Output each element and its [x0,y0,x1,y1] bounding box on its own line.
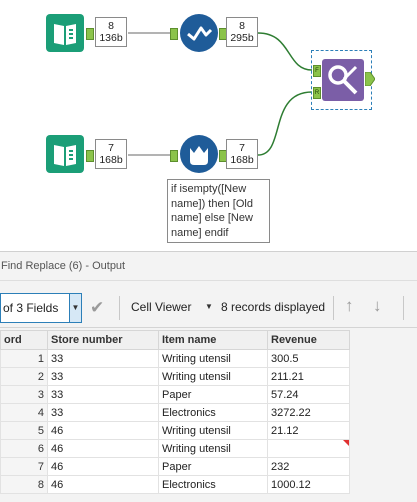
revenue-cell[interactable]: 3272.22 [267,403,350,422]
output-anchor-arrow[interactable] [365,72,375,86]
column-header-record[interactable]: ord [0,330,48,350]
tool-annotation: if isempty([New name]) then [Old name] e… [167,179,270,243]
find-input-anchor[interactable]: F [313,65,321,77]
input-anchor[interactable] [170,150,178,162]
record-count-badge: 8 136b [95,17,127,47]
results-table[interactable]: ord Store number Item name Revenue 1 33 Wr… [0,330,350,494]
input-data-tool[interactable] [46,14,84,55]
arrow-down-icon[interactable]: ↓ [373,296,382,316]
row-number-cell[interactable]: 8 [0,475,48,494]
table-row[interactable]: 3 33 Paper 57.24 [0,385,350,404]
revenue-cell[interactable] [267,439,350,458]
store-number-cell[interactable]: 46 [47,475,159,494]
revenue-cell[interactable]: 1000.12 [267,475,350,494]
item-name-cell[interactable]: Writing utensil [158,439,268,458]
row-number-cell[interactable]: 3 [0,385,48,404]
book-icon [46,135,84,173]
input-data-tool[interactable] [46,135,84,176]
table-header-row: ord Store number Item name Revenue [0,330,350,350]
chevron-down-icon: ▼ [69,294,81,322]
cell-viewer-button[interactable]: Cell Viewer [131,300,191,314]
record-count-badge: 8 295b [226,17,258,47]
null-value-marker [343,440,349,446]
row-number-cell[interactable]: 5 [0,421,48,440]
table-row[interactable]: 1 33 Writing utensil 300.5 [0,349,350,368]
table-row[interactable]: 5 46 Writing utensil 21.12 [0,421,350,440]
item-name-cell[interactable]: Electronics [158,403,268,422]
book-icon [46,14,84,52]
checkmark-icon[interactable]: ✔ [90,298,104,318]
toolbar-divider [119,296,120,320]
store-number-cell[interactable]: 33 [47,349,159,368]
select-records-tool[interactable] [179,13,219,56]
find-replace-tool[interactable] [322,59,364,104]
store-number-cell[interactable]: 33 [47,385,159,404]
output-anchor[interactable] [86,28,94,40]
replace-input-anchor[interactable]: R [313,87,321,99]
store-number-cell[interactable]: 46 [47,421,159,440]
item-name-cell[interactable]: Writing utensil [158,367,268,386]
row-number-cell[interactable]: 4 [0,403,48,422]
input-anchor[interactable] [170,28,178,40]
store-number-cell[interactable]: 46 [47,439,159,458]
item-name-cell[interactable]: Paper [158,385,268,404]
arrow-up-icon[interactable]: ↑ [345,296,354,316]
revenue-cell[interactable]: 232 [267,457,350,476]
item-name-cell[interactable]: Electronics [158,475,268,494]
record-count-badge: 7 168b [226,139,258,169]
column-header-revenue[interactable]: Revenue [267,330,350,350]
table-row[interactable]: 8 46 Electronics 1000.12 [0,475,350,494]
check-wave-icon [180,14,218,52]
magnify-replace-icon [322,59,364,101]
item-name-cell[interactable]: Paper [158,457,268,476]
column-header-item-name[interactable]: Item name [158,330,268,350]
record-count-badge: 7 168b [95,139,127,169]
flask-icon [180,135,218,173]
item-name-cell[interactable]: Writing utensil [158,349,268,368]
revenue-cell[interactable]: 211.21 [267,367,350,386]
workflow-canvas[interactable]: 8 136b 8 295b 7 168b 7 168b if isempty([… [0,0,417,251]
row-number-cell[interactable]: 7 [0,457,48,476]
toolbar-divider [333,296,334,320]
results-title: Find Replace (6) - Output [0,252,417,281]
results-window: Find Replace (6) - Output of 3 Fields ▼ … [0,251,417,502]
store-number-cell[interactable]: 33 [47,403,159,422]
formula-tool[interactable] [179,134,219,177]
table-row[interactable]: 4 33 Electronics 3272.22 [0,403,350,422]
field-selector-label: of 3 Fields [3,301,59,315]
row-number-cell[interactable]: 2 [0,367,48,386]
column-header-store-number[interactable]: Store number [47,330,159,350]
output-anchor[interactable] [86,150,94,162]
item-name-cell[interactable]: Writing utensil [158,421,268,440]
table-row[interactable]: 2 33 Writing utensil 211.21 [0,367,350,386]
revenue-cell[interactable]: 21.12 [267,421,350,440]
store-number-cell[interactable]: 33 [47,367,159,386]
revenue-cell[interactable]: 57.24 [267,385,350,404]
row-number-cell[interactable]: 6 [0,439,48,458]
field-selector-dropdown[interactable]: of 3 Fields ▼ [0,293,82,323]
row-number-cell[interactable]: 1 [0,349,48,368]
record-count-label: 8 records displayed [221,300,326,314]
table-row[interactable]: 6 46 Writing utensil [0,439,350,458]
results-toolbar: of 3 Fields ▼ ✔ Cell Viewer ▼ 8 records … [0,281,417,328]
chevron-down-icon[interactable]: ▼ [205,302,213,311]
store-number-cell[interactable]: 46 [47,457,159,476]
table-row[interactable]: 7 46 Paper 232 [0,457,350,476]
revenue-cell[interactable]: 300.5 [267,349,350,368]
toolbar-divider [403,296,404,320]
